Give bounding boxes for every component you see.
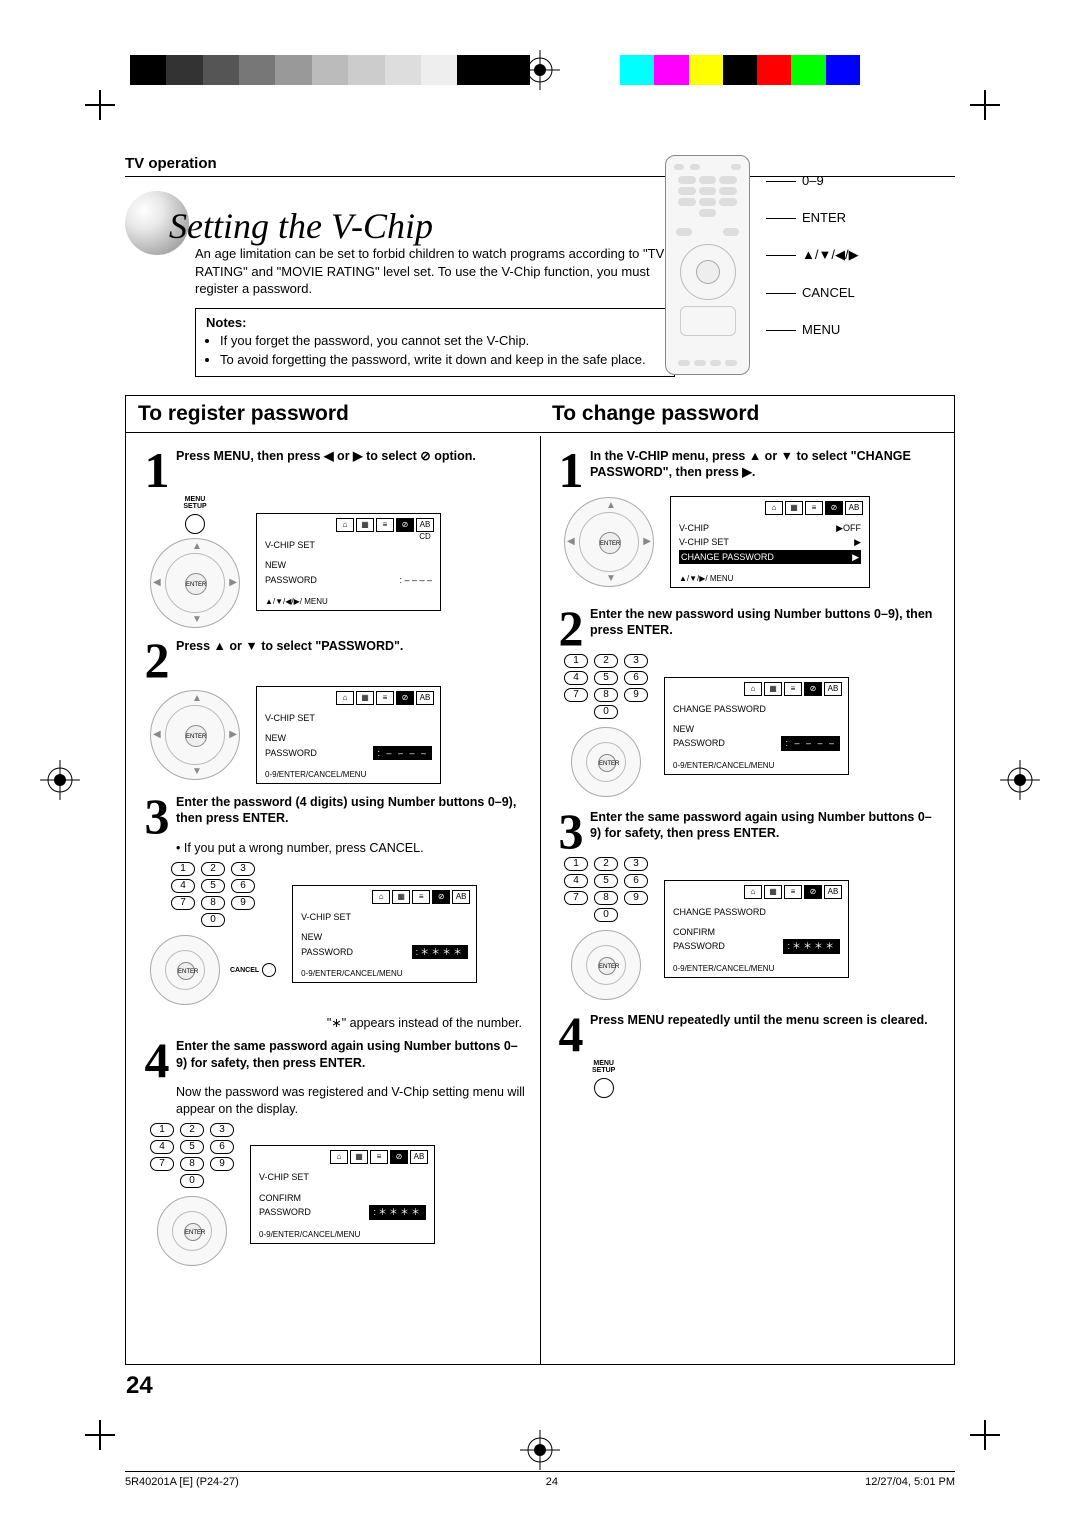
step-text: Press MENU, then press ◀ or ▶ to select …: [176, 448, 476, 464]
step-number: 2: [552, 608, 590, 648]
numpad-icon: 123 456 789 0: [171, 862, 255, 927]
remote-label: CANCEL: [766, 285, 859, 300]
step-4: 4 Press MENU repeatedly until the menu s…: [552, 1012, 942, 1054]
notes-heading: Notes:: [206, 315, 664, 330]
crop-mark-icon: [85, 90, 115, 120]
osd-screen: ⌂▦≡⊘AB V-CHIP▶OFF V-CHIP SET▶ CHANGE PAS…: [670, 496, 870, 588]
color-bar: [130, 55, 530, 85]
dpad-icon: ENTER: [571, 930, 641, 1000]
step-number: 4: [138, 1040, 176, 1080]
step-3: 3 Enter the same password again using Nu…: [552, 809, 942, 851]
registration-mark-icon: [40, 760, 80, 800]
step-2: 2 Press ▲ or ▼ to select "PASSWORD".: [138, 638, 528, 680]
content-area: TV operation Setting the V-Chip An age l…: [125, 155, 955, 377]
dpad-icon: ENTER: [150, 935, 220, 1005]
remote-labels: 0–9 ENTER ▲/▼/◀/▶ CANCEL MENU: [766, 173, 859, 337]
step-number: 4: [552, 1014, 590, 1054]
step-text: In the V-CHIP menu, press ▲ or ▼ to sele…: [590, 448, 942, 481]
manual-page: TV operation Setting the V-Chip An age l…: [0, 0, 1080, 1528]
osd-screen: ⌂▦≡⊘ABCD V-CHIP SET NEW PASSWORD: – – – …: [256, 513, 441, 611]
registration-mark-icon: [520, 50, 560, 90]
columns: To register password To change password …: [125, 395, 955, 1365]
step-subtext: Now the password was registered and V-Ch…: [176, 1084, 528, 1117]
intro-text: An age limitation can be set to forbid c…: [195, 245, 665, 298]
numpad-icon: 123 456 789 0: [150, 1123, 234, 1188]
step-after-note: "∗" appears instead of the number.: [138, 1015, 522, 1030]
step-4: 4 Enter the same password again using Nu…: [138, 1038, 528, 1080]
step-text: Press MENU repeatedly until the menu scr…: [590, 1012, 928, 1028]
step-number: 2: [138, 640, 176, 680]
note-item: If you forget the password, you cannot s…: [220, 333, 664, 350]
step-2: 2 Enter the new password using Number bu…: [552, 606, 942, 648]
right-column: 1 In the V-CHIP menu, press ▲ or ▼ to se…: [540, 440, 954, 1120]
crop-mark-icon: [970, 1420, 1000, 1450]
step-subtext: • If you put a wrong number, press CANCE…: [176, 840, 528, 856]
remote-icon: [665, 155, 750, 375]
dpad-icon: ENTER: [157, 1196, 227, 1266]
osd-screen: ⌂▦≡⊘AB CHANGE PASSWORD NEW PASSWORD: – –…: [664, 677, 849, 775]
registration-mark-icon: [520, 1430, 560, 1470]
step-3: 3 Enter the password (4 digits) using Nu…: [138, 794, 528, 836]
crop-mark-icon: [85, 1420, 115, 1450]
step-number: 3: [138, 796, 176, 836]
footer-left: 5R40201A [E] (P24-27): [125, 1476, 239, 1488]
remote-label: ▲/▼/◀/▶: [766, 247, 859, 263]
page-number: 24: [126, 1372, 153, 1400]
step-number: 1: [552, 450, 590, 490]
dpad-icon: ENTER: [571, 727, 641, 797]
numpad-icon: 123 456 789 0: [564, 857, 648, 922]
step-number: 3: [552, 811, 590, 851]
remote-label: ENTER: [766, 210, 859, 225]
cancel-label: CANCEL: [230, 963, 276, 977]
osd-screen: ⌂▦≡⊘AB CHANGE PASSWORD CONFIRM PASSWORD:…: [664, 880, 849, 978]
step-text: Enter the password (4 digits) using Numb…: [176, 794, 528, 827]
numpad-icon: 123 456 789 0: [564, 654, 648, 719]
step-text: Enter the new password using Number butt…: [590, 606, 942, 639]
left-column: 1 Press MENU, then press ◀ or ▶ to selec…: [126, 440, 540, 1288]
footer: 5R40201A [E] (P24-27) 24 12/27/04, 5:01 …: [125, 1471, 955, 1488]
remote-diagram: 0–9 ENTER ▲/▼/◀/▶ CANCEL MENU: [665, 155, 955, 375]
footer-mid: 24: [546, 1476, 558, 1488]
color-bar-cmyk: [620, 55, 860, 85]
step-1: 1 Press MENU, then press ◀ or ▶ to selec…: [138, 448, 528, 490]
osd-screen: ⌂▦≡⊘AB V-CHIP SET NEW PASSWORD:＊＊＊＊ 0-9/…: [292, 885, 477, 983]
footer-right: 12/27/04, 5:01 PM: [865, 1476, 955, 1488]
step-text: Enter the same password again using Numb…: [590, 809, 942, 842]
page-title: Setting the V-Chip: [169, 205, 433, 247]
dpad-icon: ▲▼◀▶ ENTER: [150, 690, 240, 780]
cancel-button-icon: [262, 963, 276, 977]
dpad-icon: ▲▼◀▶ ENTER: [150, 538, 240, 628]
column-heading-right: To change password: [540, 396, 954, 432]
notes-box: Notes: If you forget the password, you c…: [195, 308, 675, 378]
menu-button-icon: [594, 1078, 614, 1098]
step-text: Enter the same password again using Numb…: [176, 1038, 528, 1071]
registration-mark-icon: [1000, 760, 1040, 800]
dpad-icon: ▲▼◀▶ ENTER: [564, 497, 654, 587]
step-1: 1 In the V-CHIP menu, press ▲ or ▼ to se…: [552, 448, 942, 490]
column-heading-left: To register password: [126, 396, 540, 432]
note-item: To avoid forgetting the password, write …: [220, 352, 664, 369]
menu-button-icon: [185, 514, 205, 534]
crop-mark-icon: [970, 90, 1000, 120]
menu-setup-label: MENU SETUP: [183, 496, 206, 510]
osd-screen: ⌂▦≡⊘AB V-CHIP SET CONFIRM PASSWORD:＊＊＊＊ …: [250, 1145, 435, 1243]
remote-label: 0–9: [766, 173, 859, 188]
osd-screen: ⌂▦≡⊘AB V-CHIP SET NEW PASSWORD: – – – – …: [256, 686, 441, 784]
menu-setup-label: MENU SETUP: [592, 1060, 615, 1074]
step-number: 1: [138, 450, 176, 490]
remote-label: MENU: [766, 322, 859, 337]
step-text: Press ▲ or ▼ to select "PASSWORD".: [176, 638, 403, 654]
